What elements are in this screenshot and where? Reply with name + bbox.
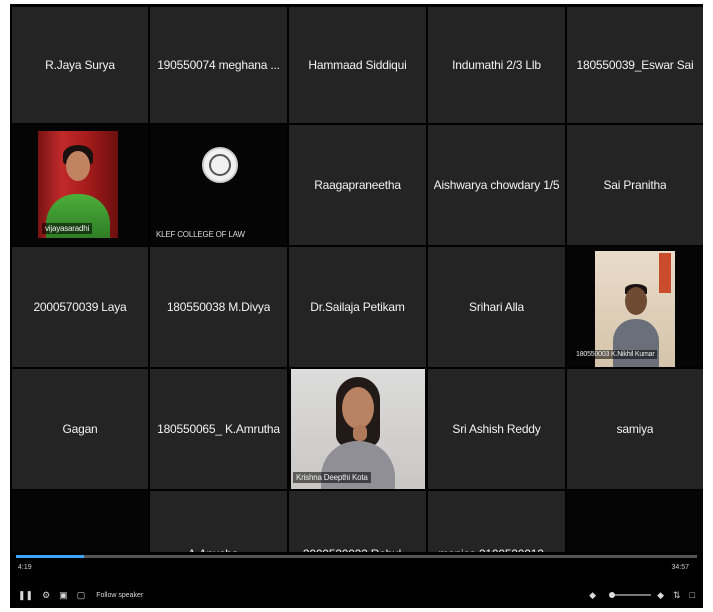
participant-tile: Raagapraneetha: [289, 125, 426, 245]
participant-name: Sai Pranitha: [603, 178, 667, 192]
participant-name-tag: Krishna Deepthi Kota: [293, 472, 371, 483]
participant-name: Gagan: [62, 422, 98, 436]
participant-tile: Sai Pranitha: [567, 125, 703, 245]
participant-name: Raagapraneetha: [314, 178, 401, 192]
participant-name: 180550065_ K.Amrutha: [157, 422, 280, 436]
settings-icon[interactable]: ⚙: [42, 588, 50, 602]
participant-name: 2000570039 Laya: [33, 300, 127, 314]
participant-video-tile: Krishna Deepthi Kota: [289, 369, 426, 489]
participant-video: vijayasaradhi: [38, 131, 118, 238]
fullscreen-icon[interactable]: □: [690, 588, 695, 602]
participant-tile: 180550038 M.Divya: [150, 247, 287, 367]
participant-name: Sri Ashish Reddy: [452, 422, 541, 436]
seek-bar[interactable]: [16, 555, 697, 558]
participant-tile: samiya: [567, 369, 703, 489]
participant-name: R.Jaya Surya: [45, 58, 115, 72]
participant-tile: Indumathi 2/3 Llb: [428, 7, 565, 123]
speaker-icon[interactable]: ▢: [77, 588, 86, 602]
participant-name: 190550074 meghana ...: [157, 58, 280, 72]
participant-tile: [12, 491, 148, 555]
participant-tile: Gagan: [12, 369, 148, 489]
participant-video-tile: vijayasaradhi: [12, 125, 148, 245]
pause-icon[interactable]: ❚❚: [18, 588, 33, 602]
duration: 34:57: [671, 564, 689, 571]
video-player[interactable]: R.Jaya Surya 190550074 meghana ... Hamma…: [10, 4, 703, 608]
volume-icon[interactable]: ◆: [657, 588, 664, 602]
participant-name-tag: vijayasaradhi: [42, 223, 93, 234]
participant-tile: 2000520022 Rahul: [289, 491, 426, 555]
playback-icon[interactable]: ◆: [589, 588, 596, 602]
volume-knob[interactable]: [609, 592, 616, 598]
volume-slider[interactable]: [609, 592, 652, 598]
participant-name: Aishwarya chowdary 1/5: [433, 178, 560, 192]
participant-tile: monica 2100520012: [428, 491, 565, 555]
participant-name: Indumathi 2/3 Llb: [452, 58, 541, 72]
participant-name: Srihari Alla: [469, 300, 524, 314]
participant-name: 180550039_Eswar Sai: [576, 58, 694, 72]
participant-name: 180550038 M.Divya: [166, 300, 271, 314]
participant-tile: Dr.Sailaja Petikam: [289, 247, 426, 367]
participant-tile: Aishwarya chowdary 1/5: [428, 125, 565, 245]
college-logo-icon: [202, 147, 238, 183]
participant-tile: 2000570039 Laya: [12, 247, 148, 367]
participant-tile: Srihari Alla: [428, 247, 565, 367]
participant-name: Dr.Sailaja Petikam: [310, 300, 405, 314]
participant-logo-tile: KLEF COLLEGE OF LAW: [150, 125, 287, 245]
participant-tile: [567, 491, 703, 555]
participant-video: [291, 369, 425, 489]
follow-speaker-button[interactable]: Follow speaker: [96, 592, 143, 599]
participant-tile: 180550039_Eswar Sai: [567, 7, 703, 123]
seek-progress: [16, 555, 85, 558]
participant-tile: A.Anusha: [150, 491, 287, 555]
participant-name-tag: 180550003 K.Nikhil Kumar: [573, 350, 658, 359]
participant-tile: Hammaad Siddiqui: [289, 7, 426, 123]
participant-name-tag: KLEF COLLEGE OF LAW: [156, 230, 245, 239]
participant-tile: 190550074 meghana ...: [150, 7, 287, 123]
participant-tile: 180550065_ K.Amrutha: [150, 369, 287, 489]
participant-name: samiya: [616, 422, 654, 436]
current-time: 4:19: [18, 564, 32, 571]
participant-tile: Sri Ashish Reddy: [428, 369, 565, 489]
captions-icon[interactable]: ▣: [59, 588, 68, 602]
expand-icon[interactable]: ⇅: [673, 588, 681, 602]
participant-name: Hammaad Siddiqui: [308, 58, 407, 72]
participant-grid: R.Jaya Surya 190550074 meghana ... Hamma…: [10, 4, 703, 555]
player-controls: 4:19 34:57 ❚❚ ⚙ ▣ ▢ Follow speaker ◆ ◆ ⇅…: [10, 552, 703, 608]
right-controls: ◆ ◆ ⇅ □: [589, 588, 695, 602]
participant-video-tile: 180550003 K.Nikhil Kumar: [567, 247, 703, 367]
participant-tile: R.Jaya Surya: [12, 7, 148, 123]
